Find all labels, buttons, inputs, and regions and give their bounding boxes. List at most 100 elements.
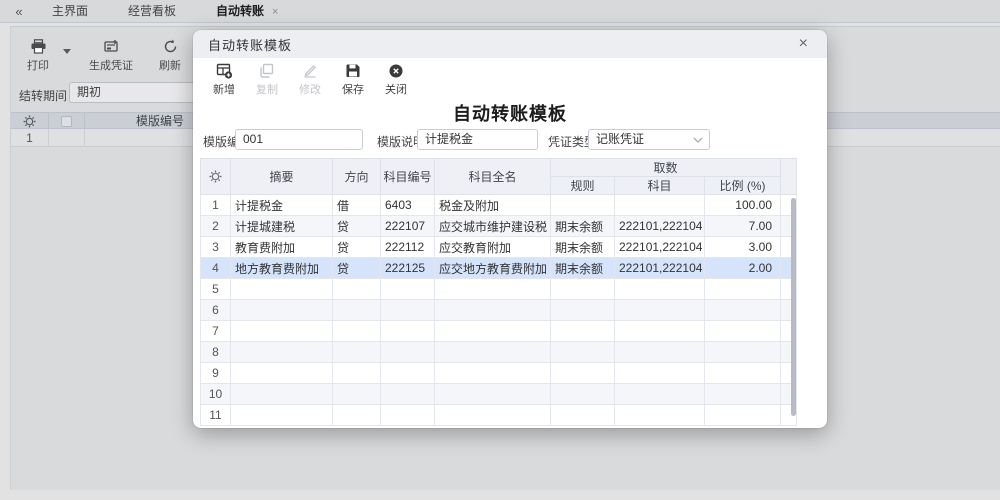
cell-account-name[interactable] — [435, 363, 551, 384]
cell-account-name[interactable]: 应交城市维护建设税 — [435, 216, 551, 237]
cell-ratio[interactable]: 2.00 — [705, 258, 781, 279]
cell-accounts[interactable] — [615, 321, 705, 342]
cell-no[interactable]: 7 — [201, 321, 231, 342]
cell-rule[interactable]: 期末余额 — [551, 258, 615, 279]
cell-accounts[interactable] — [615, 384, 705, 405]
new-button[interactable]: 新增 — [205, 62, 243, 102]
cell-account-name[interactable]: 应交教育附加 — [435, 237, 551, 258]
cell-rule[interactable] — [551, 195, 615, 216]
cell-no[interactable]: 3 — [201, 237, 231, 258]
cell-ratio[interactable] — [705, 321, 781, 342]
cell-accounts[interactable] — [615, 279, 705, 300]
cell-account-no[interactable] — [381, 405, 435, 426]
cell-account-name[interactable] — [435, 384, 551, 405]
edit-button[interactable]: 修改 — [291, 62, 329, 102]
cell-account-name[interactable]: 应交地方教育费附加 — [435, 258, 551, 279]
row-checkbox-cell[interactable] — [49, 129, 85, 147]
table-vertical-scrollbar[interactable] — [791, 198, 796, 416]
cell-summary[interactable] — [231, 342, 333, 363]
dialog-titlebar[interactable]: 自动转账模板 × — [193, 30, 827, 58]
cell-ratio[interactable] — [705, 300, 781, 321]
cell-summary[interactable] — [231, 300, 333, 321]
cell-no[interactable]: 5 — [201, 279, 231, 300]
voucher-type-select[interactable]: 记账凭证 — [588, 129, 710, 150]
cell-ratio[interactable] — [705, 363, 781, 384]
cell-no[interactable]: 4 — [201, 258, 231, 279]
cell-accounts[interactable] — [615, 300, 705, 321]
copy-button[interactable]: 复制 — [248, 62, 286, 102]
cell-accounts[interactable] — [615, 405, 705, 426]
cell-direction[interactable]: 贷 — [333, 216, 381, 237]
cell-account-no[interactable] — [381, 279, 435, 300]
cell-ratio[interactable]: 3.00 — [705, 237, 781, 258]
collapse-sidebar-icon[interactable]: « — [6, 4, 32, 19]
cell-account-no[interactable]: 222112 — [381, 237, 435, 258]
cell-ratio[interactable]: 100.00 — [705, 195, 781, 216]
template-desc-input[interactable]: 计提税金 — [417, 129, 538, 150]
cell-direction[interactable]: 贷 — [333, 258, 381, 279]
cell-accounts[interactable] — [615, 342, 705, 363]
cell-ratio[interactable] — [705, 384, 781, 405]
cell-no[interactable]: 9 — [201, 363, 231, 384]
cell-account-name[interactable] — [435, 279, 551, 300]
cell-rule[interactable] — [551, 321, 615, 342]
cell-account-name[interactable]: 税金及附加 — [435, 195, 551, 216]
cell-no[interactable]: 2 — [201, 216, 231, 237]
cell-no[interactable]: 11 — [201, 405, 231, 426]
tab-business-dashboard[interactable]: 经营看板 — [108, 0, 196, 23]
cell-summary[interactable] — [231, 363, 333, 384]
save-button[interactable]: 保存 — [334, 62, 372, 102]
cell-direction[interactable] — [333, 300, 381, 321]
column-settings-gear-icon[interactable] — [11, 113, 49, 129]
cell-account-no[interactable] — [381, 300, 435, 321]
cell-accounts[interactable]: 222101,222104 — [615, 237, 705, 258]
generate-voucher-button[interactable]: 生成凭证 — [81, 37, 141, 73]
cell-account-name[interactable] — [435, 321, 551, 342]
cell-ratio[interactable]: 7.00 — [705, 216, 781, 237]
refresh-button[interactable]: 刷新 — [151, 37, 189, 73]
cell-summary[interactable] — [231, 405, 333, 426]
print-button[interactable]: 打印 — [19, 37, 57, 73]
cell-accounts[interactable] — [615, 363, 705, 384]
cell-direction[interactable] — [333, 279, 381, 300]
cell-no[interactable]: 1 — [201, 195, 231, 216]
print-dropdown-caret-icon[interactable] — [63, 49, 71, 54]
cell-no[interactable]: 8 — [201, 342, 231, 363]
cell-accounts[interactable] — [615, 195, 705, 216]
cell-ratio[interactable] — [705, 405, 781, 426]
cell-no[interactable]: 10 — [201, 384, 231, 405]
cell-account-no[interactable]: 6403 — [381, 195, 435, 216]
template-no-input[interactable]: 001 — [235, 129, 363, 150]
cell-rule[interactable] — [551, 342, 615, 363]
cell-direction[interactable]: 贷 — [333, 237, 381, 258]
tab-main-screen[interactable]: 主界面 — [32, 0, 108, 23]
cell-summary[interactable] — [231, 384, 333, 405]
cell-direction[interactable] — [333, 405, 381, 426]
cell-account-no[interactable] — [381, 342, 435, 363]
table-settings-gear-icon[interactable] — [201, 159, 231, 195]
cell-rule[interactable] — [551, 384, 615, 405]
cell-rule[interactable]: 期末余额 — [551, 237, 615, 258]
cell-summary[interactable] — [231, 279, 333, 300]
cell-summary[interactable]: 计提税金 — [231, 195, 333, 216]
cell-accounts[interactable]: 222101,222104 — [615, 258, 705, 279]
cell-account-name[interactable] — [435, 300, 551, 321]
cell-direction[interactable]: 借 — [333, 195, 381, 216]
cell-account-no[interactable] — [381, 321, 435, 342]
dialog-close-icon[interactable]: × — [795, 36, 812, 52]
cell-rule[interactable] — [551, 405, 615, 426]
close-button[interactable]: 关闭 — [377, 62, 415, 102]
cell-rule[interactable] — [551, 363, 615, 384]
cell-rule[interactable] — [551, 300, 615, 321]
cell-accounts[interactable]: 222101,222104 — [615, 216, 705, 237]
cell-direction[interactable] — [333, 384, 381, 405]
cell-account-no[interactable] — [381, 384, 435, 405]
cell-direction[interactable] — [333, 342, 381, 363]
cell-summary[interactable] — [231, 321, 333, 342]
cell-direction[interactable] — [333, 363, 381, 384]
tab-auto-transfer[interactable]: 自动转账× — [196, 0, 298, 23]
cell-account-no[interactable] — [381, 363, 435, 384]
cell-account-name[interactable] — [435, 405, 551, 426]
cell-account-name[interactable] — [435, 342, 551, 363]
cell-summary[interactable]: 计提城建税 — [231, 216, 333, 237]
